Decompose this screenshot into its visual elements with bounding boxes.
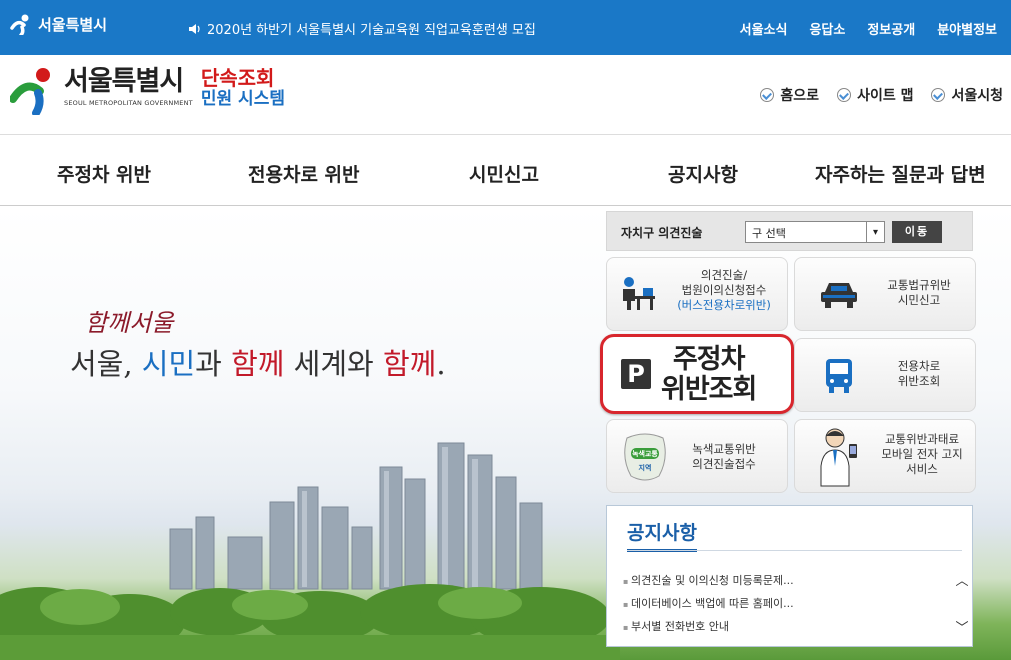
go-button[interactable]: 이동 (892, 221, 942, 243)
tile-parking-lookup[interactable]: P 주정차 위반조회 (600, 334, 794, 414)
tile-bus-line2: 위반조회 (897, 374, 941, 388)
nav-citizen-report[interactable]: 시민신고 (469, 160, 539, 187)
nav-lane-violation[interactable]: 전용차로 위반 (248, 160, 360, 187)
green-badge-text2: 지역 (639, 463, 652, 472)
home-link-label: 홈으로 (780, 88, 820, 104)
link-info-disclosure[interactable]: 정보공개 (867, 19, 915, 38)
hero-slogan: 서울, 시민과 함께 세계와 함께. (70, 341, 446, 383)
nav-faq[interactable]: 자주하는 질문과 답변 (815, 160, 986, 187)
tile-opinion-line2: 법원이의신청접수 (681, 283, 767, 297)
tile-traffic-line2: 시민신고 (897, 293, 941, 307)
brand-name-en: SEOUL METROPOLITAN GOVERNMENT (64, 99, 193, 107)
header: 서울특별시 SEOUL METROPOLITAN GOVERNMENT 단속조회… (0, 55, 1011, 135)
notice-divider (627, 550, 962, 551)
tile-traffic-report[interactable]: 교통법규위반 시민신고 (794, 257, 976, 331)
service-panel: 자치구 의견진술 구 선택 ▾ 이동 의견진술/ 법원이의신청접수 (버스전용차… (600, 207, 976, 660)
chevron-down-icon[interactable]: ﹀ (955, 617, 968, 636)
top-bar: 서울특별시 2020년 하반기 서울특별시 기술교육원 직업교육훈련생 모집 서… (0, 0, 1011, 55)
speaker-icon (189, 23, 200, 34)
tile-mobile-notice[interactable]: 교통위반과태료 모바일 전자 고지 서비스 (794, 419, 976, 493)
tile-parking-line2: 위반조회 (661, 374, 757, 405)
tile-opinion-line3: (버스전용차로위반) (677, 298, 771, 312)
seoul-emblem-icon (10, 68, 50, 115)
tile-green-line2: 의견진술접수 (692, 457, 756, 471)
district-select[interactable]: 구 선택 ▾ (745, 221, 885, 243)
notice-title[interactable]: 공지사항 (627, 518, 697, 552)
district-select-value: 구 선택 (752, 227, 786, 240)
city-hall-link-label: 서울시청 (951, 88, 1003, 104)
tile-mobile-line2: 모바일 전자 고지 (881, 447, 963, 461)
slogan-part: 세계와 (284, 347, 383, 381)
system-title-line1: 단속조회 (200, 66, 275, 90)
top-notice-text: 2020년 하반기 서울특별시 기술교육원 직업교육훈련생 모집 (207, 23, 536, 38)
tile-opinion-court[interactable]: 의견진술/ 법원이의신청접수 (버스전용차로위반) (606, 257, 788, 331)
check-circle-icon (931, 88, 946, 102)
main-nav: 주정차 위반 전용차로 위반 시민신고 공지사항 자주하는 질문과 답변 (0, 136, 1011, 206)
tile-mobile-line1: 교통위반과태료 (884, 432, 960, 446)
slogan-part: 서울, (70, 347, 142, 381)
notice-box: 공지사항 의견진술 및 이의신청 미등록문제... 데이터베이스 백업에 따른 … (606, 505, 973, 647)
bus-icon (826, 359, 852, 393)
check-circle-icon (760, 88, 775, 102)
district-opinion-label: 자치구 의견진술 (621, 226, 703, 240)
top-logo[interactable]: 서울특별시 (10, 13, 107, 35)
notice-item[interactable]: 의견진술 및 이의신청 미등록문제... (623, 570, 794, 593)
notice-item[interactable]: 부서별 전화번호 안내 (623, 616, 794, 639)
notice-item[interactable]: 데이터베이스 백업에 따른 홈페이... (623, 593, 794, 616)
notice-list: 의견진술 및 이의신청 미등록문제... 데이터베이스 백업에 따른 홈페이..… (623, 570, 794, 639)
city-hall-link[interactable]: 서울시청 (931, 85, 1003, 105)
link-seoul-news[interactable]: 서울소식 (740, 19, 788, 38)
tile-bus-lane-lookup[interactable]: 전용차로 위반조회 (794, 338, 976, 412)
sitemap-link[interactable]: 사이트 맵 (837, 85, 913, 105)
green-badge-text1: 녹색교통 (632, 449, 658, 458)
chevron-down-icon: ▾ (866, 222, 884, 242)
slogan-part: 함께 (382, 347, 437, 381)
city-skyline-illustration (0, 442, 620, 660)
notice-scroll: ︿ ﹀ (954, 570, 970, 636)
person-desk-icon (623, 277, 655, 310)
check-circle-icon (837, 88, 852, 102)
parking-p-icon: P (621, 359, 651, 389)
link-eungdapso[interactable]: 응답소 (809, 19, 845, 38)
slogan-part: 과 (195, 347, 232, 381)
tile-parking-line1: 주정차 (672, 344, 746, 375)
tile-bus-line1: 전용차로 (897, 359, 941, 373)
hero-sub-slogan: 함께서울 (85, 309, 174, 337)
district-opinion-bar: 자치구 의견진술 구 선택 ▾ 이동 (606, 211, 973, 251)
slogan-part: 함께 (231, 347, 285, 381)
seoul-logo-icon (10, 14, 29, 35)
tile-green-line1: 녹색교통위반 (692, 442, 756, 456)
brand-name: 서울특별시 (64, 66, 184, 97)
top-city-name: 서울특별시 (38, 15, 108, 34)
top-notice[interactable]: 2020년 하반기 서울특별시 기술교육원 직업교육훈련생 모집 (188, 19, 536, 38)
top-links: 서울소식 응답소 정보공개 분야별정보 (740, 19, 997, 38)
link-field-info[interactable]: 분야별정보 (937, 19, 997, 38)
system-title-line2: 민원 시스템 (200, 89, 285, 109)
chevron-up-icon[interactable]: ︿ (955, 570, 968, 589)
slogan-part: . (436, 347, 446, 381)
sitemap-link-label: 사이트 맵 (857, 88, 914, 104)
home-link[interactable]: 홈으로 (760, 85, 819, 105)
tile-traffic-line1: 교통법규위반 (887, 278, 951, 292)
nav-parking-violation[interactable]: 주정차 위반 (57, 160, 151, 187)
slogan-part: 시민 (141, 347, 196, 381)
utility-links: 홈으로 사이트 맵 서울시청 (760, 85, 1003, 105)
nav-notice[interactable]: 공지사항 (668, 160, 738, 187)
green-zone-badge-icon: 녹색교통 지역 (624, 433, 666, 481)
tile-opinion-line1: 의견진술/ (700, 268, 748, 282)
car-icon (821, 283, 857, 308)
brand-logo[interactable]: 서울특별시 SEOUL METROPOLITAN GOVERNMENT 단속조회… (10, 65, 285, 115)
tile-green-traffic[interactable]: 녹색교통 지역 녹색교통위반 의견진술접수 (606, 419, 788, 493)
person-phone-icon (820, 428, 857, 487)
tile-mobile-line3: 서비스 (906, 462, 938, 476)
